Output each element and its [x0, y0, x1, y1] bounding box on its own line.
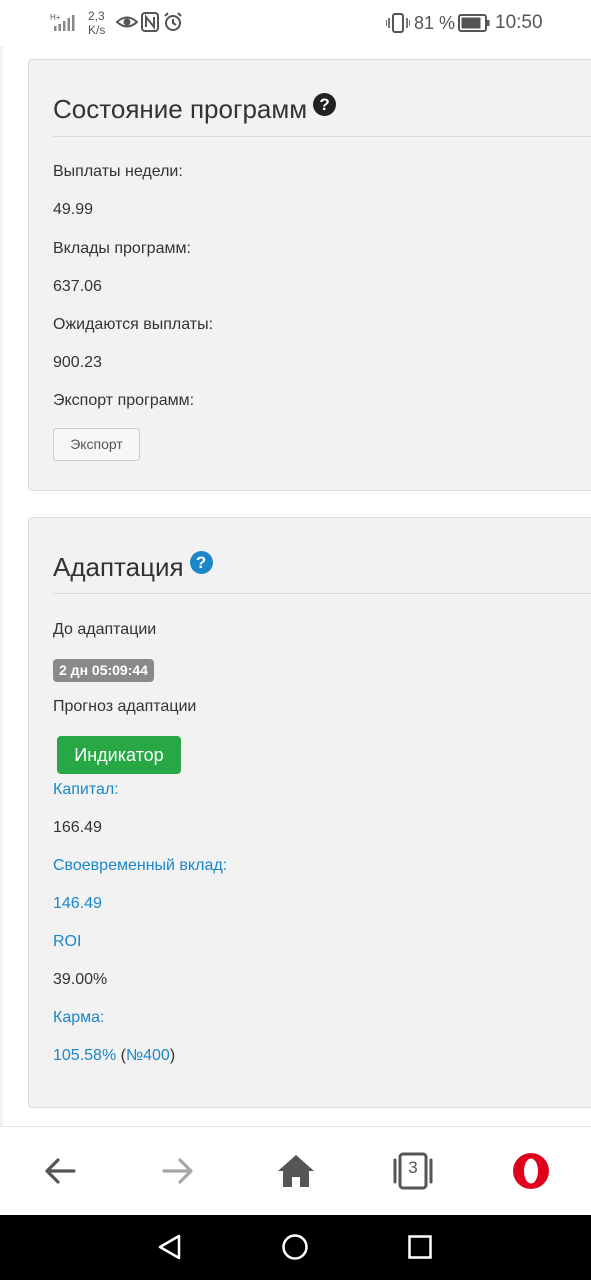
timely-deposit-label[interactable]: Своевременный вклад:: [53, 857, 227, 875]
home-icon[interactable]: [272, 1147, 320, 1195]
left-border: [0, 46, 3, 1126]
program-status-title: Состояние программ?: [53, 93, 337, 125]
divider: [53, 136, 591, 137]
back-arrow-icon[interactable]: [36, 1147, 84, 1195]
program-deposits-label: Вклады программ:: [53, 240, 191, 257]
karma-paren-close: ): [169, 1047, 176, 1064]
until-adaptation-label: До адаптации: [53, 621, 157, 638]
karma-value-link[interactable]: 105.58%: [53, 1047, 116, 1064]
pending-payouts-value: 900.23: [53, 354, 102, 371]
vibrate-icon: [386, 13, 410, 33]
tab-count: 3: [408, 1158, 418, 1177]
nfc-icon: [141, 12, 159, 32]
karma-value-row: 105.58% (№400): [53, 1047, 175, 1065]
adaptation-forecast-label: Прогноз адаптации: [53, 698, 197, 715]
signal-icon: H+: [50, 13, 75, 31]
battery-percent: 81 %: [414, 13, 456, 33]
battery-icon: [458, 14, 490, 32]
adaptation-title: Адаптация?: [53, 551, 213, 583]
karma-paren-open: (: [116, 1047, 126, 1064]
help-icon[interactable]: ?: [189, 551, 213, 574]
countdown-badge: 2 дн 05:09:44: [53, 659, 154, 682]
roi-label[interactable]: ROI: [53, 933, 81, 951]
browser-toolbar: 3: [0, 1126, 591, 1215]
eye-icon: [116, 16, 138, 28]
svg-text:H+: H+: [50, 13, 61, 22]
program-status-panel: Состояние программ? Выплаты недели: 49.9…: [28, 59, 591, 491]
alarm-icon: [164, 12, 182, 31]
adaptation-title-text: Адаптация: [53, 552, 184, 582]
tabs-button[interactable]: 3: [389, 1147, 437, 1195]
nav-recent-apps-icon[interactable]: [402, 1229, 438, 1265]
program-status-title-text: Состояние программ: [53, 94, 308, 124]
capital-label[interactable]: Капитал:: [53, 781, 119, 799]
indicator-button[interactable]: Индикатор: [57, 736, 181, 774]
roi-value: 39.00%: [53, 971, 108, 988]
network-speed: 2,3 K/s: [88, 9, 105, 37]
help-icon[interactable]: ?: [313, 93, 337, 116]
export-button[interactable]: Экспорт: [53, 428, 140, 461]
system-nav-bar: [0, 1215, 591, 1280]
program-deposits-value: 637.06: [53, 278, 102, 295]
karma-rank-link[interactable]: №400: [126, 1047, 170, 1064]
capital-value: 166.49: [53, 819, 102, 836]
karma-label[interactable]: Карма:: [53, 1009, 104, 1027]
pending-payouts-label: Ожидаются выплаты:: [53, 316, 214, 333]
clock: 10:50: [495, 12, 543, 33]
nav-back-icon[interactable]: [152, 1229, 188, 1265]
opera-icon[interactable]: [507, 1147, 555, 1195]
forward-arrow-icon[interactable]: [154, 1147, 202, 1195]
weekly-payouts-value: 49.99: [53, 201, 94, 218]
timely-deposit-value[interactable]: 146.49: [53, 895, 102, 913]
page-content[interactable]: Состояние программ? Выплаты недели: 49.9…: [0, 46, 591, 1126]
adaptation-panel: Адаптация? До адаптации 2 дн 05:09:44 Пр…: [28, 517, 591, 1108]
divider: [53, 593, 591, 594]
status-bar: H+ 2,3 K/s 81 % 10:50: [0, 0, 591, 46]
network-speed-unit: K/s: [88, 23, 106, 37]
help-icon-glyph: ?: [195, 553, 207, 572]
help-icon-glyph: ?: [319, 95, 330, 114]
weekly-payouts-label: Выплаты недели:: [53, 163, 183, 180]
export-label: Экспорт программ:: [53, 392, 195, 409]
network-speed-value: 2,3: [88, 9, 105, 23]
nav-home-icon[interactable]: [277, 1229, 313, 1265]
